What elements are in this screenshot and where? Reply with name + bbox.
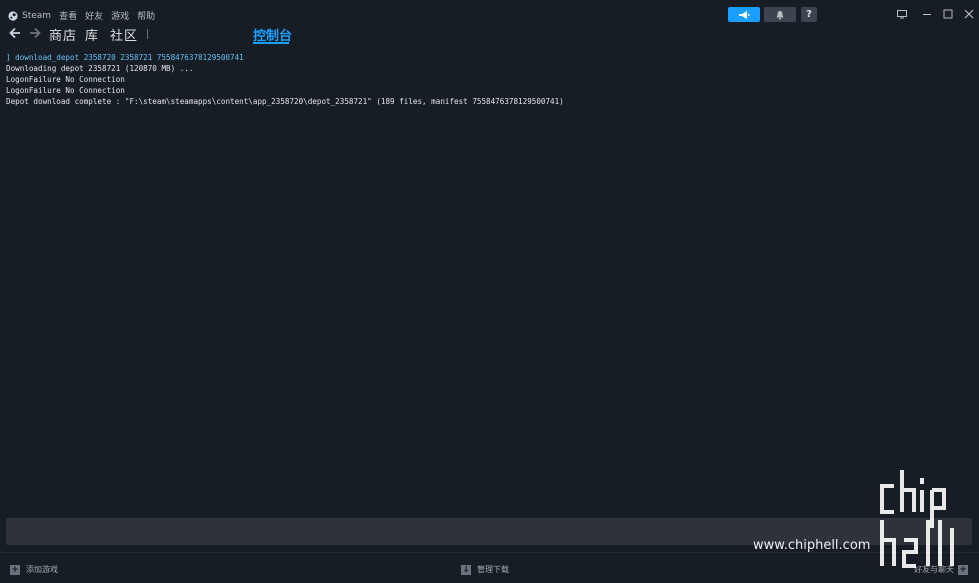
bell-icon (776, 10, 784, 20)
back-arrow-icon[interactable] (8, 26, 22, 40)
add-game-button[interactable]: + 添加游戏 (10, 564, 58, 575)
menu-view[interactable]: 查看 (59, 9, 77, 22)
announcements-button[interactable] (728, 7, 760, 22)
nav-community[interactable]: 社区 (110, 25, 138, 44)
steam-logo-icon (8, 10, 18, 21)
menu-help[interactable]: 帮助 (137, 9, 155, 22)
menu-steam[interactable]: Steam (22, 11, 51, 21)
minimize-icon (923, 14, 931, 15)
nav-store[interactable]: 商店 (49, 25, 77, 44)
console-output: ] download_depot 2358720 2358721 7558476… (6, 52, 966, 512)
minimize-button[interactable] (920, 7, 934, 21)
nav-divider (147, 29, 148, 39)
notifications-button[interactable] (764, 7, 796, 22)
big-picture-button[interactable] (895, 7, 909, 21)
console-line: LogonFailure No Connection (6, 86, 125, 95)
maximize-icon (943, 9, 953, 19)
monitor-icon (897, 9, 907, 18)
forward-arrow-icon[interactable] (28, 26, 42, 40)
console-command-line: ] download_depot 2358720 2358721 7558476… (6, 53, 244, 62)
close-icon (964, 9, 974, 19)
console-line: Downloading depot 2358721 (120870 MB) ..… (6, 64, 194, 73)
manage-downloads-button[interactable]: ↓ 管理下载 (461, 564, 509, 575)
chiphell-logo-icon (880, 470, 954, 568)
title-bar: Steam 查看 好友 游戏 帮助 ? (0, 0, 979, 26)
add-game-label: 添加游戏 (26, 565, 58, 574)
menu-bar: Steam 查看 好友 游戏 帮助 (8, 9, 163, 22)
console-line: Depot download complete : "F:\steam\stea… (6, 97, 564, 106)
tab-console-underline (253, 42, 289, 44)
close-button[interactable] (962, 7, 976, 21)
menu-friends[interactable]: 好友 (85, 9, 103, 22)
console-line: LogonFailure No Connection (6, 75, 125, 84)
watermark-url: www.chiphell.com (753, 538, 871, 553)
maximize-button[interactable] (941, 7, 955, 21)
help-button[interactable]: ? (801, 7, 817, 22)
plus-icon: + (10, 564, 20, 575)
nav-library[interactable]: 库 (85, 25, 99, 44)
download-icon: ↓ (461, 564, 471, 575)
megaphone-icon (739, 10, 750, 19)
menu-games[interactable]: 游戏 (111, 9, 129, 22)
manage-downloads-label: 管理下载 (477, 565, 509, 574)
bottom-bar: + 添加游戏 ↓ 管理下载 好友与聊天 + (0, 552, 979, 583)
